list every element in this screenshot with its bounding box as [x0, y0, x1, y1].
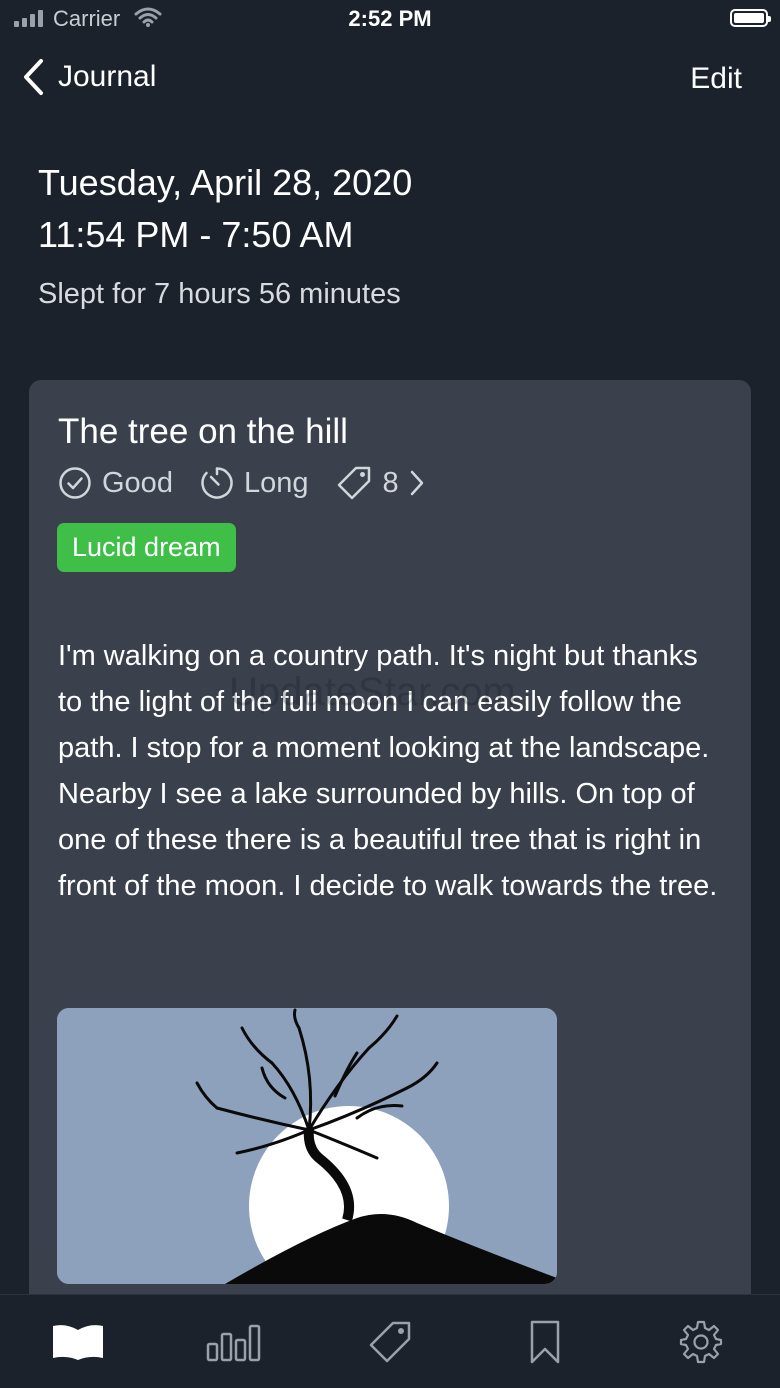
gear-icon: [679, 1320, 723, 1364]
stats-icon: [206, 1324, 261, 1362]
dream-image[interactable]: [57, 1008, 557, 1284]
back-label: Journal: [58, 60, 157, 93]
status-bar: Carrier 2:52 PM: [0, 0, 780, 40]
tab-settings[interactable]: [673, 1317, 729, 1367]
timer-icon: [201, 467, 233, 499]
tab-journal[interactable]: [50, 1317, 106, 1367]
bookmark-icon: [530, 1320, 560, 1364]
dream-description: I'm walking on a country path. It's nigh…: [58, 640, 718, 902]
tab-statistics[interactable]: [206, 1317, 262, 1367]
dream-title: The tree on the hill: [58, 412, 348, 451]
chevron-left-icon: [24, 59, 43, 95]
dream-meta: Good Long 8: [58, 466, 425, 500]
sleep-duration: Slept for 7 hours 56 minutes: [38, 278, 401, 310]
battery-icon: [730, 9, 771, 27]
edit-button[interactable]: Edit: [690, 62, 742, 96]
quality-item: Good: [58, 466, 173, 500]
tag-icon: [338, 466, 371, 500]
tab-tags[interactable]: [362, 1317, 418, 1367]
length-label: Long: [243, 466, 309, 499]
book-icon: [53, 1325, 103, 1360]
tag-icon: [369, 1321, 411, 1363]
lucid-dream-badge: Lucid dream: [57, 523, 236, 572]
check-circle-icon: [59, 467, 91, 499]
entry-date: Tuesday, April 28, 2020: [38, 162, 413, 203]
chevron-right-icon: [410, 470, 423, 496]
tags-link[interactable]: 8: [336, 466, 424, 500]
quality-label: Good: [102, 466, 173, 499]
tree-moon-illustration: [57, 1008, 557, 1284]
tag-count: 8: [382, 466, 399, 499]
entry-time-range: 11:54 PM - 7:50 AM: [38, 214, 354, 255]
dream-card[interactable]: The tree on the hill Good Long 8 Lucid d…: [29, 380, 751, 1380]
tab-bookmarks[interactable]: [517, 1317, 573, 1367]
length-item: Long: [200, 466, 309, 500]
back-button[interactable]: Journal: [22, 58, 156, 96]
tab-bar: [0, 1294, 780, 1388]
status-time: 2:52 PM: [348, 6, 432, 31]
